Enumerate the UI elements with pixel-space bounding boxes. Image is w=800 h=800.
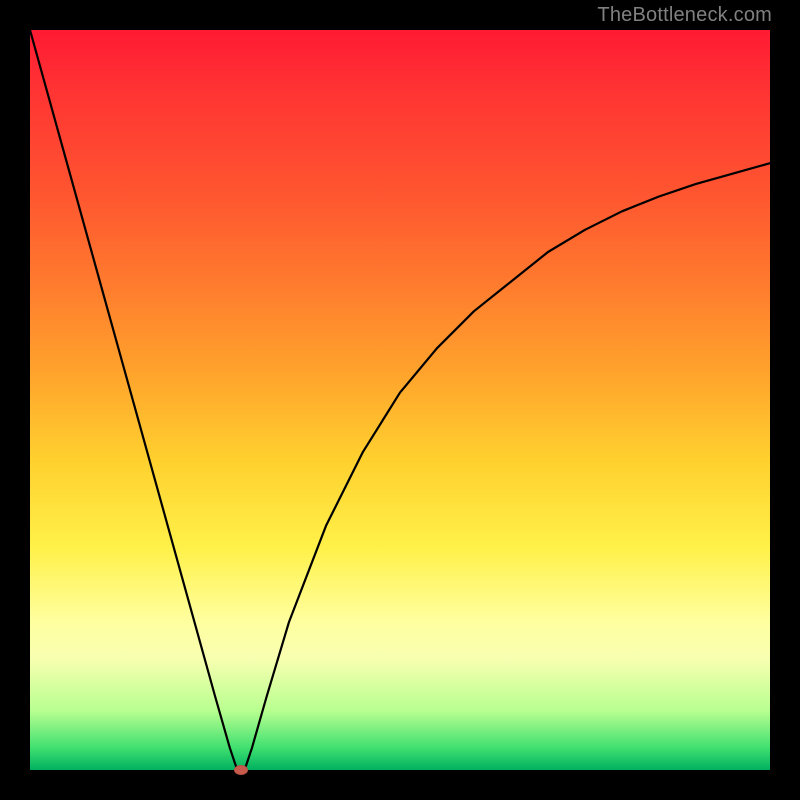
chart-frame: TheBottleneck.com: [0, 0, 800, 800]
curve-svg: [30, 30, 770, 770]
plot-area: [30, 30, 770, 770]
bottleneck-curve: [30, 30, 770, 770]
bottleneck-marker: [234, 765, 248, 775]
watermark-text: TheBottleneck.com: [597, 4, 772, 27]
